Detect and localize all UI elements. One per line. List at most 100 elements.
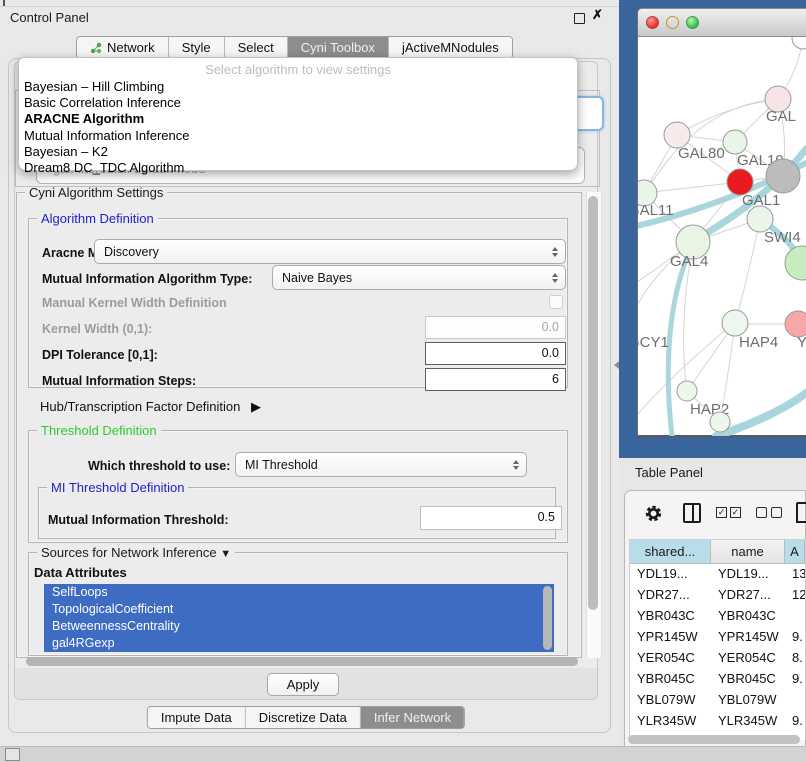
tab-select[interactable]: Select <box>225 37 288 58</box>
network-node[interactable] <box>723 130 747 154</box>
collapse-arrow-icon: ▼ <box>220 548 231 560</box>
table-cell: 8. <box>785 648 805 669</box>
tab-infer-network[interactable]: Infer Network <box>361 707 464 728</box>
tab-style[interactable]: Style <box>169 37 225 58</box>
table-body: YDL19...YDL19...13YDR27...YDR27...12YBR0… <box>630 564 805 740</box>
column-header-partial[interactable]: A <box>785 540 805 563</box>
network-node[interactable] <box>677 381 697 401</box>
tab-jactivemnodules[interactable]: jActiveMNodules <box>389 37 512 58</box>
combo-arrows-icon <box>552 247 558 257</box>
table-row[interactable]: YBR043CYBR043C <box>630 606 805 627</box>
algorithm-definition-title: Algorithm Definition <box>37 211 158 226</box>
algorithm-dropdown-popup: Select algorithm to view settings Bayesi… <box>18 57 578 171</box>
table-row[interactable]: YER054CYER054C8. <box>630 648 805 669</box>
network-node[interactable] <box>722 310 748 336</box>
kernel-width-field[interactable]: 0.0 <box>425 316 566 339</box>
mi-algorithm-type-combo[interactable]: Naive Bayes <box>272 265 566 290</box>
settings-vertical-scrollbar-thumb[interactable] <box>588 196 598 610</box>
table-row[interactable]: YDL19...YDL19...13 <box>630 564 805 585</box>
gear-icon[interactable] <box>644 504 663 528</box>
tab-impute-data[interactable]: Impute Data <box>148 707 246 728</box>
table-cell: YBR045C <box>630 669 711 690</box>
algorithm-option[interactable]: Bayesian – K2 <box>19 144 577 160</box>
table-row[interactable]: YBR045CYBR045C9. <box>630 669 805 690</box>
which-threshold-combo[interactable]: MI Threshold <box>235 452 527 477</box>
unchecked-columns-icon[interactable] <box>756 507 782 518</box>
table-cell <box>785 606 805 627</box>
data-attribute-item[interactable]: SelfLoops <box>44 584 554 601</box>
mi-algorithm-type-label: Mutual Information Algorithm Type: <box>42 272 252 286</box>
hub-expander[interactable]: Hub/Transcription Factor Definition ▶ <box>40 399 261 415</box>
bottom-tabbar: Impute Data Discretize Data Infer Networ… <box>147 706 465 729</box>
data-attribute-item[interactable]: TopologicalCoefficient <box>44 601 554 618</box>
algorithm-dropdown-list: Bayesian – Hill ClimbingBasic Correlatio… <box>19 79 577 176</box>
table-cell: YLR345W <box>630 711 711 732</box>
combo-arrows-icon <box>552 273 558 283</box>
table-row[interactable]: YPR145WYPR145W9. <box>630 627 805 648</box>
table-row[interactable]: YDR27...YDR27...12 <box>630 585 805 606</box>
table-cell: YLR345W <box>711 711 785 732</box>
traffic-light-green-icon[interactable] <box>686 16 699 29</box>
kernel-width-label: Kernel Width (0,1): <box>42 322 152 336</box>
network-node-label: GCY1 <box>638 334 669 351</box>
traffic-light-yellow-icon[interactable] <box>666 16 679 29</box>
column-header-shared[interactable]: shared... <box>630 540 711 563</box>
table-horizontal-scrollbar[interactable] <box>628 735 800 744</box>
table-cell: YPR145W <box>630 627 711 648</box>
aracne-mode-combo[interactable]: Discovery <box>94 239 566 264</box>
algorithm-option[interactable]: Bayesian – Hill Climbing <box>19 79 577 95</box>
node-table: shared... name A YDL19...YDL19...13YDR27… <box>629 539 806 740</box>
network-canvas[interactable]: GALGAL80GAL10GAL1GAL11SWI4GAL4GCY1HAP4YH… <box>638 37 806 436</box>
split-view-icon[interactable] <box>683 503 701 523</box>
tab-cyni-toolbox[interactable]: Cyni Toolbox <box>288 37 389 58</box>
close-icon[interactable]: ✗ <box>592 7 603 23</box>
apply-button[interactable]: Apply <box>267 673 339 696</box>
sources-group-title[interactable]: Sources for Network Inference ▼ <box>37 545 235 560</box>
table-cell <box>785 690 805 711</box>
table-cell: YPR145W <box>711 627 785 648</box>
bottom-strip <box>0 746 806 762</box>
tab-discretize-data[interactable]: Discretize Data <box>246 707 361 728</box>
mi-threshold-field[interactable]: 0.5 <box>420 506 562 530</box>
data-attribute-item[interactable]: gal4RGexp <box>44 635 554 652</box>
network-node[interactable] <box>766 159 800 193</box>
network-node-label: GAL80 <box>678 145 725 162</box>
mi-steps-field[interactable]: 6 <box>425 368 566 391</box>
algorithm-option[interactable]: Basic Correlation Inference <box>19 95 577 111</box>
splitter-arrow-icon[interactable] <box>614 361 619 369</box>
network-window-titlebar[interactable] <box>638 9 806 37</box>
cyni-algorithm-settings-title: Cyni Algorithm Settings <box>25 185 167 200</box>
table-row[interactable]: YLR345WYLR345W9. <box>630 711 805 732</box>
manual-kernel-checkbox[interactable] <box>549 295 563 309</box>
mini-panel-icon[interactable] <box>5 748 20 761</box>
data-attributes-list: SelfLoopsTopologicalCoefficientBetweenne… <box>44 584 554 652</box>
checked-columns-icon[interactable]: ✓ ✓ <box>716 507 741 518</box>
network-node-label: SWI4 <box>764 229 801 246</box>
table-cell: YBL079W <box>711 690 785 711</box>
network-node-label: Y <box>797 334 806 351</box>
control-panel-tabbar: Network Style Select Cyni Toolbox jActiv… <box>76 36 513 59</box>
table-cell: YBL079W <box>630 690 711 711</box>
table-panel-title: Table Panel <box>635 465 703 480</box>
float-icon[interactable] <box>574 13 585 24</box>
dpi-tolerance-field[interactable]: 0.0 <box>425 342 566 365</box>
table-cell: YBR045C <box>711 669 785 690</box>
table-row[interactable]: YBL079WYBL079W <box>630 690 805 711</box>
traffic-light-red-icon[interactable] <box>646 16 659 29</box>
network-node[interactable] <box>710 412 730 432</box>
table-cell: YDL19... <box>711 564 785 585</box>
partial-doc-icon[interactable] <box>796 502 806 523</box>
manual-kernel-label: Manual Kernel Width Definition <box>42 296 227 310</box>
settings-horizontal-scrollbar[interactable] <box>26 657 578 666</box>
table-cell: 9. <box>785 627 805 648</box>
attributes-list-scrollbar[interactable] <box>543 586 552 650</box>
algorithm-option[interactable]: Mutual Information Inference <box>19 128 577 144</box>
data-attribute-item[interactable]: BetweennessCentrality <box>44 618 554 635</box>
network-node[interactable] <box>785 246 806 280</box>
column-header-name[interactable]: name <box>711 540 785 563</box>
algorithm-option[interactable]: Dream8 DC_TDC Algorithm <box>19 160 577 176</box>
network-node[interactable] <box>792 37 806 49</box>
algorithm-option[interactable]: ARACNE Algorithm <box>19 111 577 127</box>
table-cell: 12 <box>785 585 805 606</box>
tab-network[interactable]: Network <box>77 37 169 58</box>
